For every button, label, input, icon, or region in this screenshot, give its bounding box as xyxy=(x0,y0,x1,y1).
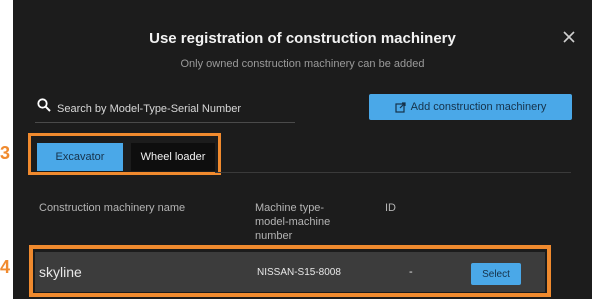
annotation-marker-3: 3 xyxy=(0,143,11,163)
column-header-name: Construction machinery name xyxy=(39,202,186,214)
add-machinery-label: Add construction machinery xyxy=(410,101,547,113)
add-machinery-button[interactable]: Add construction machinery xyxy=(369,94,572,120)
select-button[interactable]: Select xyxy=(471,263,521,285)
dialog-title: Use registration of construction machine… xyxy=(149,30,456,47)
search-input[interactable] xyxy=(55,99,295,119)
search-field xyxy=(35,96,295,123)
registration-dialog: Use registration of construction machine… xyxy=(13,0,592,299)
table-row: skyline NISSAN-S15-8008 - Select xyxy=(35,252,545,292)
dialog-subtitle: Only owned construction machinery can be… xyxy=(180,58,425,70)
tab-excavator[interactable]: Excavator xyxy=(37,143,123,171)
tabs-divider xyxy=(215,172,571,173)
column-header-id: ID xyxy=(385,202,396,214)
annotation-marker-4: 4 xyxy=(0,257,11,277)
close-icon[interactable] xyxy=(562,30,576,44)
column-header-model: Machine type-model-machine number xyxy=(255,202,331,242)
machinery-name-cell: skyline xyxy=(39,264,82,280)
tab-wheel-loader[interactable]: Wheel loader xyxy=(131,143,215,171)
search-icon xyxy=(37,98,51,112)
machine-model-cell: NISSAN-S15-8008 xyxy=(257,266,341,278)
external-link-icon xyxy=(395,101,406,113)
machine-id-cell: - xyxy=(409,266,413,278)
